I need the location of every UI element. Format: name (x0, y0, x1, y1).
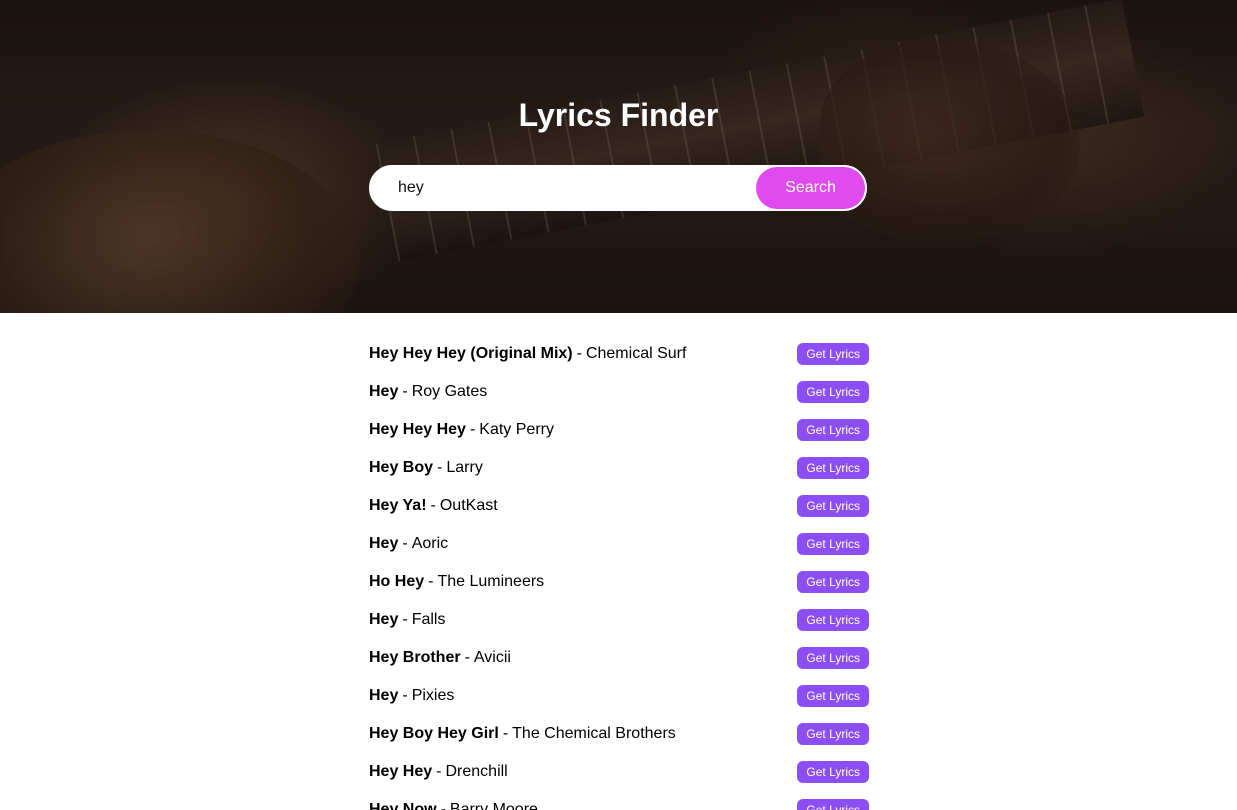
song-info: Hey Now - Barry Moore (369, 801, 538, 810)
get-lyrics-button[interactable]: Get Lyrics (797, 495, 869, 517)
song-separator: - (430, 497, 436, 514)
results-list: Hey Hey Hey (Original Mix) - Chemical Surf… (369, 335, 869, 810)
song-title: Hey (369, 535, 399, 552)
song-title: Hey Boy Hey Girl (369, 725, 499, 742)
search-input[interactable] (398, 174, 738, 202)
song-separator: - (464, 649, 470, 666)
list-item: Hey Ya! - OutKast Get Lyrics (369, 487, 869, 525)
song-separator: - (502, 725, 509, 742)
list-item: Ho Hey - The Lumineers Get Lyrics (369, 563, 869, 601)
get-lyrics-button[interactable]: Get Lyrics (797, 343, 869, 365)
get-lyrics-button[interactable]: Get Lyrics (797, 647, 869, 669)
list-item: Hey Hey Hey (Original Mix) - Chemical Surf… (369, 335, 869, 373)
song-info: Ho Hey - The Lumineers (369, 573, 544, 591)
get-lyrics-button[interactable]: Get Lyrics (797, 457, 869, 479)
get-lyrics-button[interactable]: Get Lyrics (797, 381, 869, 403)
song-artist: Katy Perry (479, 421, 554, 438)
song-title: Hey Brother (369, 649, 461, 666)
list-item: Hey Brother - Avicii Get Lyrics (369, 639, 869, 677)
page-title: Lyrics Finder (518, 97, 719, 133)
hero-banner: Lyrics Finder Search (0, 0, 1237, 313)
song-separator: - (469, 421, 476, 438)
list-item: Hey - Pixies Get Lyrics (369, 677, 869, 715)
song-artist: Pixies (411, 687, 455, 704)
song-artist: OutKast (439, 497, 498, 514)
song-info: Hey Hey - Drenchill (369, 763, 508, 781)
get-lyrics-button[interactable]: Get Lyrics (797, 723, 869, 745)
get-lyrics-button[interactable]: Get Lyrics (797, 799, 869, 810)
song-info: Hey - Roy Gates (369, 383, 487, 401)
song-info: Hey - Falls (369, 611, 445, 629)
list-item: Hey Boy - Larry Get Lyrics (369, 449, 869, 487)
song-artist: Barry Moore (449, 801, 538, 810)
get-lyrics-button[interactable]: Get Lyrics (797, 761, 869, 783)
list-item: Hey - Falls Get Lyrics (369, 601, 869, 639)
song-separator: - (436, 763, 442, 780)
song-title: Hey (369, 383, 399, 400)
song-separator: - (402, 687, 408, 704)
search-button[interactable]: Search (756, 167, 865, 209)
song-info: Hey Hey Hey (Original Mix) - Chemical Surf (369, 345, 686, 363)
song-separator: - (576, 345, 582, 362)
song-separator: - (402, 535, 408, 552)
get-lyrics-button[interactable]: Get Lyrics (797, 609, 869, 631)
song-title: Hey Ya! (369, 497, 427, 514)
song-title: Hey Hey Hey (Original Mix) (369, 345, 573, 362)
song-artist: Drenchill (445, 763, 508, 780)
song-title: Hey Boy (369, 459, 434, 476)
list-item: Hey Hey Hey - Katy Perry Get Lyrics (369, 411, 869, 449)
song-title: Hey (369, 611, 399, 628)
song-artist: Avicii (473, 649, 511, 666)
song-artist: Larry (446, 459, 483, 476)
song-info: Hey Ya! - OutKast (369, 497, 498, 515)
get-lyrics-button[interactable]: Get Lyrics (797, 533, 869, 555)
list-item: Hey Boy Hey Girl - The Chemical Brothers Ge… (369, 715, 869, 753)
song-separator: - (440, 801, 446, 810)
song-info: Hey Hey Hey - Katy Perry (369, 421, 554, 439)
get-lyrics-button[interactable]: Get Lyrics (797, 685, 869, 707)
song-info: Hey - Pixies (369, 687, 454, 705)
list-item: Hey - Roy Gates Get Lyrics (369, 373, 869, 411)
page: Lyrics Finder Search Hey Hey Hey (Origin… (0, 0, 1237, 810)
song-artist: The Chemical Brothers (512, 725, 676, 742)
list-item: Hey Hey - Drenchill Get Lyrics (369, 753, 869, 791)
song-separator: - (402, 383, 408, 400)
song-separator: - (402, 611, 408, 628)
list-item: Hey - Aoric Get Lyrics (369, 525, 869, 563)
search-form: Search (369, 165, 867, 211)
song-info: Hey Boy - Larry (369, 459, 483, 477)
song-title: Hey Now (369, 801, 437, 810)
song-separator: - (428, 573, 434, 590)
song-artist: Falls (411, 611, 446, 628)
song-artist: Chemical Surf (585, 345, 687, 362)
song-artist: Aoric (411, 535, 449, 552)
song-artist: Roy Gates (411, 383, 488, 400)
get-lyrics-button[interactable]: Get Lyrics (797, 419, 869, 441)
song-title: Ho Hey (369, 573, 425, 590)
song-info: Hey - Aoric (369, 535, 448, 553)
song-title: Hey (369, 687, 399, 704)
list-item: Hey Now - Barry Moore Get Lyrics (369, 791, 869, 810)
song-artist: The Lumineers (437, 573, 545, 590)
get-lyrics-button[interactable]: Get Lyrics (797, 571, 869, 593)
song-title: Hey Hey (369, 763, 433, 780)
hero-overlay (0, 0, 1237, 313)
song-info: Hey Brother - Avicii (369, 649, 511, 667)
song-info: Hey Boy Hey Girl - The Chemical Brothers (369, 725, 676, 743)
song-title: Hey Hey Hey (369, 421, 466, 438)
song-separator: - (437, 459, 443, 476)
